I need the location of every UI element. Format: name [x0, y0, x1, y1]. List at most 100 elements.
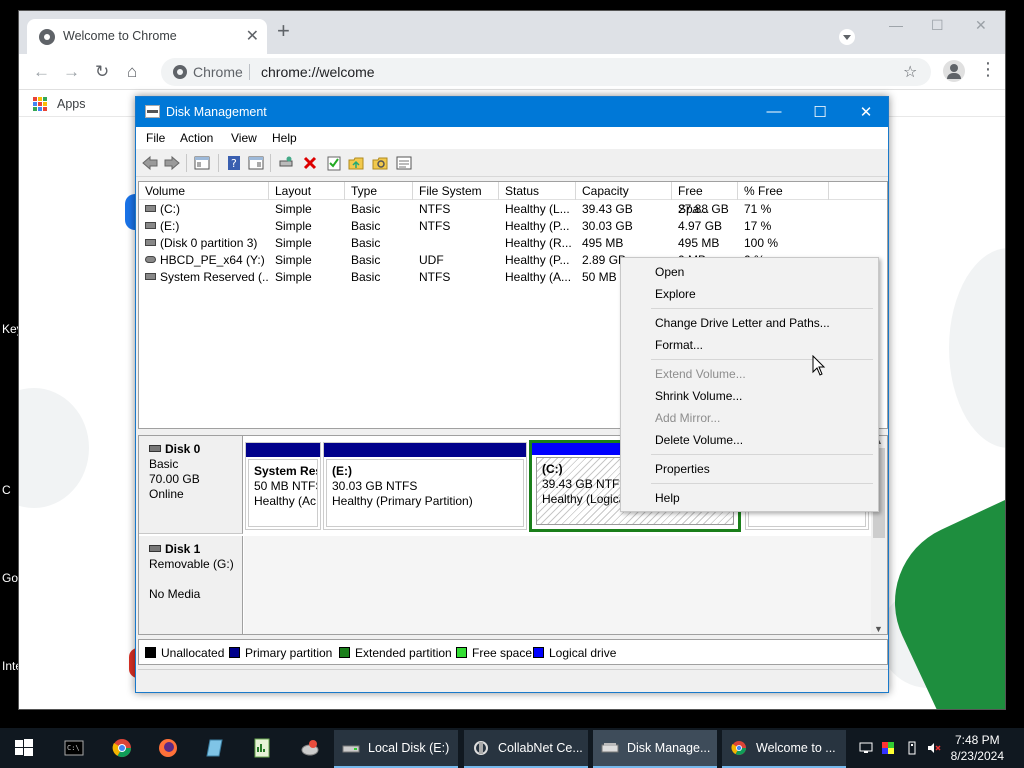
forward-arrow-icon[interactable] — [164, 155, 180, 171]
bookmark-star-icon[interactable]: ☆ — [903, 62, 917, 82]
spreadsheet-app-icon — [254, 738, 270, 758]
volume-capacity: 50 MB — [582, 270, 617, 284]
mouse-cursor-icon — [812, 355, 826, 376]
color-display-icon[interactable] — [881, 741, 895, 755]
start-button[interactable] — [4, 728, 42, 768]
minimize-icon[interactable]: — — [764, 103, 784, 120]
help-icon[interactable]: ? — [226, 155, 242, 171]
menu-item-delete-volume[interactable]: Delete Volume... — [655, 433, 743, 447]
connect-virtual-disk-icon[interactable] — [278, 155, 294, 171]
taskbar-chrome[interactable] — [102, 728, 140, 768]
reload-icon[interactable]: ↻ — [95, 62, 109, 82]
column-header-free-space[interactable]: Free Spa... — [672, 182, 738, 216]
volume-status: Healthy (A... — [505, 270, 572, 284]
explore-folder-icon[interactable] — [372, 155, 388, 171]
scroll-down-icon[interactable]: ▼ — [874, 624, 883, 634]
volume-type: Basic — [351, 253, 381, 267]
task-disk-management[interactable]: Disk Manage... — [593, 730, 717, 768]
taskbar-firefox[interactable] — [148, 728, 186, 768]
window-title: Disk Management — [166, 105, 267, 119]
home-icon[interactable]: ⌂ — [127, 62, 137, 82]
omnibox[interactable]: Chrome chrome://welcome — [161, 58, 931, 86]
task-collabnet[interactable]: CollabNet Ce... — [464, 730, 588, 768]
column-header-file-system[interactable]: File System — [413, 182, 499, 200]
disk-1-area[interactable] — [244, 536, 872, 634]
usb-icon[interactable] — [905, 741, 919, 755]
new-tab-button[interactable]: + — [277, 20, 290, 42]
disk-1-label[interactable]: Disk 1 Removable (G:) No Media — [139, 536, 243, 634]
disk-0-label[interactable]: Disk 0 Basic 70.00 GB Online — [139, 436, 243, 534]
volume-list-header: Volume Layout Type File System Status Ca… — [139, 182, 887, 216]
show-hide-action-pane-icon[interactable] — [248, 155, 264, 171]
back-arrow-icon[interactable] — [142, 155, 158, 171]
menu-item-open[interactable]: Open — [655, 265, 684, 279]
disk-name: Disk 0 — [165, 442, 201, 456]
close-tab-icon[interactable]: ✕ — [246, 26, 259, 46]
profile-avatar-icon[interactable] — [943, 60, 965, 82]
disc-drive-icon — [145, 256, 156, 263]
volume-name: HBCD_PE_x64 (Y:) — [160, 253, 265, 267]
apps-bookmark-label[interactable]: Apps — [57, 97, 86, 111]
volume-free-space: 495 MB — [678, 236, 720, 250]
task-chrome-welcome[interactable]: Welcome to ... — [722, 730, 846, 768]
forward-arrow-icon[interactable]: → — [63, 62, 80, 82]
taskbar-app-4[interactable] — [196, 728, 234, 768]
volume-row[interactable]: (E:) Simple Basic NTFS Healthy (P... 30.… — [139, 218, 887, 235]
desktop-edge-text: Go — [2, 571, 19, 585]
menu-file[interactable]: File — [146, 131, 165, 145]
menu-item-properties[interactable]: Properties — [655, 462, 710, 476]
volume-free-space: 27.88 GB — [678, 202, 729, 216]
disk-tool-icon — [301, 740, 319, 756]
volume-file-system: NTFS — [419, 202, 451, 216]
settings-list-icon[interactable] — [396, 155, 412, 171]
menu-item-change-drive-letter[interactable]: Change Drive Letter and Paths... — [655, 316, 830, 330]
taskbar-app-6[interactable] — [290, 728, 328, 768]
volume-muted-icon[interactable] — [927, 741, 941, 755]
column-header-percent-free[interactable]: % Free — [738, 182, 829, 200]
chrome-tab-search-icon[interactable] — [839, 29, 855, 45]
partition-system-reserved[interactable]: System Res 50 MB NTFS Healthy (Ac — [245, 442, 321, 530]
network-icon[interactable] — [859, 741, 873, 755]
clock[interactable]: 7:48 PM 8/23/2024 — [951, 732, 1004, 764]
minimize-icon[interactable]: — — [889, 17, 903, 33]
column-header-type[interactable]: Type — [345, 182, 413, 200]
volume-file-system: NTFS — [419, 270, 451, 284]
column-header-layout[interactable]: Layout — [269, 182, 345, 200]
chrome-toolbar: ← → ↻ ⌂ Chrome chrome://welcome ☆ ⋮ — [19, 54, 1005, 90]
partition-e[interactable]: (E:) 30.03 GB NTFS Healthy (Primary Part… — [323, 442, 527, 530]
menu-item-help[interactable]: Help — [655, 491, 680, 505]
menu-action[interactable]: Action — [180, 131, 213, 145]
legend-swatch — [145, 647, 156, 658]
chrome-icon — [731, 741, 746, 755]
menu-item-shrink-volume[interactable]: Shrink Volume... — [655, 389, 742, 403]
apps-grid-icon[interactable] — [33, 97, 47, 111]
back-arrow-icon[interactable]: ← — [33, 62, 50, 82]
menu-help[interactable]: Help — [272, 131, 297, 145]
chrome-tab-welcome[interactable]: Welcome to Chrome ✕ — [27, 19, 267, 54]
volume-row[interactable]: (C:) Simple Basic NTFS Healthy (L... 39.… — [139, 201, 887, 218]
column-header-capacity[interactable]: Capacity — [576, 182, 672, 200]
delete-icon[interactable] — [302, 155, 318, 171]
maximize-icon[interactable]: ☐ — [931, 17, 944, 34]
properties-check-icon[interactable] — [326, 155, 342, 171]
menu-item-format[interactable]: Format... — [655, 338, 703, 352]
taskbar-app-5[interactable] — [242, 728, 280, 768]
menu-item-explore[interactable]: Explore — [655, 287, 696, 301]
disk-management-titlebar[interactable]: Disk Management — ☐ ✕ — [136, 97, 888, 127]
close-window-icon[interactable]: ✕ — [975, 17, 987, 34]
maximize-icon[interactable]: ☐ — [810, 103, 830, 121]
show-hide-console-tree-icon[interactable] — [194, 155, 210, 171]
taskbar-cmd[interactable]: C:\ — [54, 728, 92, 768]
volume-status: Healthy (P... — [505, 219, 570, 233]
chrome-menu-icon[interactable]: ⋮ — [979, 60, 997, 78]
column-header-volume[interactable]: Volume — [139, 182, 269, 200]
menu-view[interactable]: View — [231, 131, 257, 145]
close-window-icon[interactable]: ✕ — [856, 103, 876, 121]
volume-free-space: 4.97 GB — [678, 219, 723, 233]
volume-row[interactable]: (Disk 0 partition 3) Simple Basic Health… — [139, 235, 887, 252]
volume-layout: Simple — [275, 270, 312, 284]
context-menu: Open Explore Change Drive Letter and Pat… — [620, 257, 879, 512]
task-local-disk-e[interactable]: Local Disk (E:) — [334, 730, 458, 768]
column-header-status[interactable]: Status — [499, 182, 576, 200]
open-folder-icon[interactable] — [348, 155, 364, 171]
